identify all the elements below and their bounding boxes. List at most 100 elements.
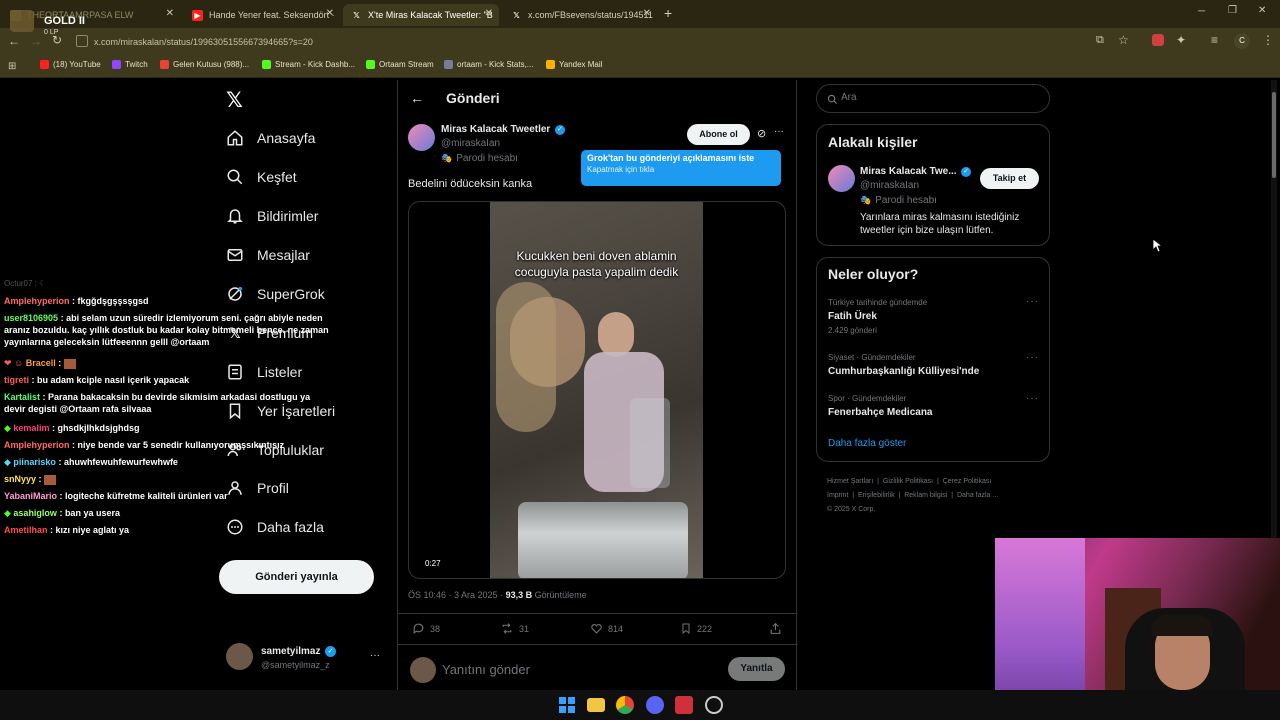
author-name[interactable]: Miras Kalacak Tweetler xyxy=(441,124,550,135)
show-more-link[interactable]: Daha fazla göster xyxy=(828,438,906,449)
mask-icon: 🎭 xyxy=(441,153,453,163)
close-icon[interactable]: ✕ xyxy=(643,8,651,19)
video-duration: 0:27 xyxy=(422,558,444,569)
minimize-button[interactable]: ─ xyxy=(1198,6,1205,17)
bookmark-gmail[interactable]: Gelen Kutusu (988)... xyxy=(160,60,249,69)
maximize-button[interactable]: ❐ xyxy=(1228,5,1237,16)
search-input[interactable]: Ara xyxy=(816,84,1050,113)
extension-icon[interactable] xyxy=(1152,34,1164,46)
footer-link[interactable]: Reklam bilgisi xyxy=(904,492,947,499)
footer-link[interactable]: Erişilebilirlik xyxy=(858,492,895,499)
relevant-avatar[interactable] xyxy=(828,165,855,192)
close-icon[interactable]: ✕ xyxy=(166,8,174,19)
reply-action[interactable]: 38 xyxy=(412,622,440,635)
tab-4[interactable]: 𝕏x.com/FBsevens/status/194511 ✕ xyxy=(503,4,657,26)
footer-link[interactable]: Gizlilik Politikası xyxy=(883,478,933,485)
share-action[interactable] xyxy=(769,622,782,640)
back-arrow-icon[interactable]: ← xyxy=(410,90,424,106)
scrollbar-thumb[interactable] xyxy=(1272,92,1276,178)
windows-start-icon[interactable] xyxy=(558,696,576,714)
relevant-people-title: Alakalı kişiler xyxy=(828,134,918,150)
relevant-name[interactable]: Miras Kalacak Twe... xyxy=(860,166,957,177)
footer-link[interactable]: Daha fazla ... xyxy=(957,492,998,499)
tab-title: Hande Yener feat. Seksendört · xyxy=(209,10,335,20)
author-avatar[interactable] xyxy=(408,124,435,151)
relevant-bio: Yarınlara miras kalmasını istediğiniz tw… xyxy=(860,212,1020,236)
close-icon[interactable]: ✕ xyxy=(326,8,334,19)
media-icon[interactable]: ≡ xyxy=(1211,33,1218,47)
video-player[interactable]: Kucukken beni doven ablamin cocuguyla pa… xyxy=(408,201,786,579)
close-icon[interactable]: ✕ xyxy=(485,8,493,19)
reply-input[interactable]: Yanıtını gönder xyxy=(442,662,530,677)
more-icon[interactable]: ··· xyxy=(774,126,784,137)
avatar[interactable] xyxy=(226,643,253,670)
bookmark-action[interactable]: 222 xyxy=(680,622,712,635)
emote-icon xyxy=(44,474,57,485)
x-logo-icon[interactable]: 𝕏 xyxy=(226,88,243,113)
chat-message: Ametilhan : kızı niye aglatı ya xyxy=(4,525,130,535)
bookmark-youtube[interactable]: (18) YouTube xyxy=(40,60,101,69)
kick-icon xyxy=(366,60,375,69)
profile-avatar[interactable]: C xyxy=(1234,33,1250,49)
grok-tooltip[interactable]: Grok'tan bu gönderiyi açıklamasını iste … xyxy=(581,150,781,186)
trend-more-icon[interactable]: ··· xyxy=(1026,352,1039,363)
install-icon[interactable]: ⧉ xyxy=(1096,34,1104,47)
follow-button[interactable]: Takip et xyxy=(980,168,1039,189)
chat-message: ◆ kemalim : ghsdkjlhkdsjghdsg xyxy=(4,423,140,433)
bookmarks-bar: ⊞ (18) YouTube Twitch Gelen Kutusu (988)… xyxy=(0,56,1280,78)
share-icon xyxy=(770,622,781,634)
search-icon xyxy=(827,92,838,110)
rank-lp: 0 LP xyxy=(44,29,59,36)
chrome-icon[interactable] xyxy=(616,696,634,714)
file-explorer-icon[interactable] xyxy=(587,698,605,712)
grok-icon[interactable]: ⊘ xyxy=(757,127,766,140)
like-action[interactable]: 814 xyxy=(590,622,623,635)
search-placeholder: Ara xyxy=(841,92,857,103)
parody-label: 🎭 Parodi hesabı xyxy=(441,153,518,164)
tab-2[interactable]: ▶ Hande Yener feat. Seksendört · ✕ xyxy=(184,4,340,26)
tab-3[interactable]: 𝕏 X'te Miras Kalacak Tweetler: "B ✕ xyxy=(343,4,499,26)
chat-message: ◆ asahiglow : ban ya usera xyxy=(4,508,120,518)
bookmark-kick-stats[interactable]: ortaam - Kick Stats,... xyxy=(444,60,533,69)
apps-icon[interactable]: ⊞ xyxy=(8,61,16,72)
reply-button[interactable]: Yanıtla xyxy=(728,657,785,681)
mask-icon: 🎭 xyxy=(860,195,872,205)
new-tab-button[interactable]: + xyxy=(664,5,672,21)
close-window-button[interactable]: ✕ xyxy=(1258,5,1266,16)
tab-title: x.com/FBsevens/status/194511 xyxy=(528,10,653,20)
subscribe-button[interactable]: Abone ol xyxy=(687,124,750,145)
trend-item[interactable]: Siyaset · Gündemdekiler Cumhurbaşkanlığı… xyxy=(817,350,1049,382)
obs-icon[interactable] xyxy=(705,696,723,714)
nav-notifications[interactable]: Bildirimler xyxy=(226,204,318,228)
post-button[interactable]: Gönderi yayınla xyxy=(219,560,374,594)
views-count: 93,3 B xyxy=(505,590,533,600)
puzzle-icon[interactable]: ✦ xyxy=(1176,33,1186,47)
footer-link[interactable]: Hizmet Şartları xyxy=(827,478,873,485)
copyright: © 2025 X Corp. xyxy=(827,506,876,513)
trends-card: Neler oluyor? Türkiye tarihinde gündemde… xyxy=(816,257,1050,462)
nav-home[interactable]: Anasayfa xyxy=(226,126,315,150)
app-icon[interactable] xyxy=(675,696,693,714)
bookmark-kick-dashboard[interactable]: Stream - Kick Dashb... xyxy=(262,60,355,69)
bookmark-yandex-mail[interactable]: Yandex Mail xyxy=(546,60,602,69)
address-bar: ← → ↻ x.com/miraskalan/status/1996305155… xyxy=(0,28,1280,56)
menu-icon[interactable]: ⋮ xyxy=(1262,33,1274,47)
bookmark-star-icon[interactable]: ☆ xyxy=(1118,33,1129,47)
bookmark-twitch[interactable]: Twitch xyxy=(112,60,148,69)
twitch-icon xyxy=(112,60,121,69)
trend-item[interactable]: Spor · Gündemdekiler Fenerbahçe Medicana… xyxy=(817,391,1049,423)
chat-faded-line: Octur07 : ☾ xyxy=(4,279,47,288)
url-field[interactable]: x.com/miraskalan/status/1996305155667394… xyxy=(94,33,1094,51)
nav-explore[interactable]: Keşfet xyxy=(226,165,297,189)
repost-action[interactable]: 31 xyxy=(500,622,529,635)
footer-link[interactable]: Imprint xyxy=(827,492,848,499)
verified-icon: ✓ xyxy=(555,125,565,135)
bookmark-ortaam-stream[interactable]: Ortaam Stream xyxy=(366,60,434,69)
footer-link[interactable]: Çerez Politikası xyxy=(943,478,992,485)
trend-more-icon[interactable]: ··· xyxy=(1026,296,1039,307)
trend-more-icon[interactable]: ··· xyxy=(1026,393,1039,404)
discord-icon[interactable] xyxy=(646,696,664,714)
nav-messages[interactable]: Mesajlar xyxy=(226,243,310,267)
account-menu-icon[interactable]: ··· xyxy=(370,650,380,661)
trend-item[interactable]: Türkiye tarihinde gündemde Fatih Ürek 2.… xyxy=(817,294,1049,344)
